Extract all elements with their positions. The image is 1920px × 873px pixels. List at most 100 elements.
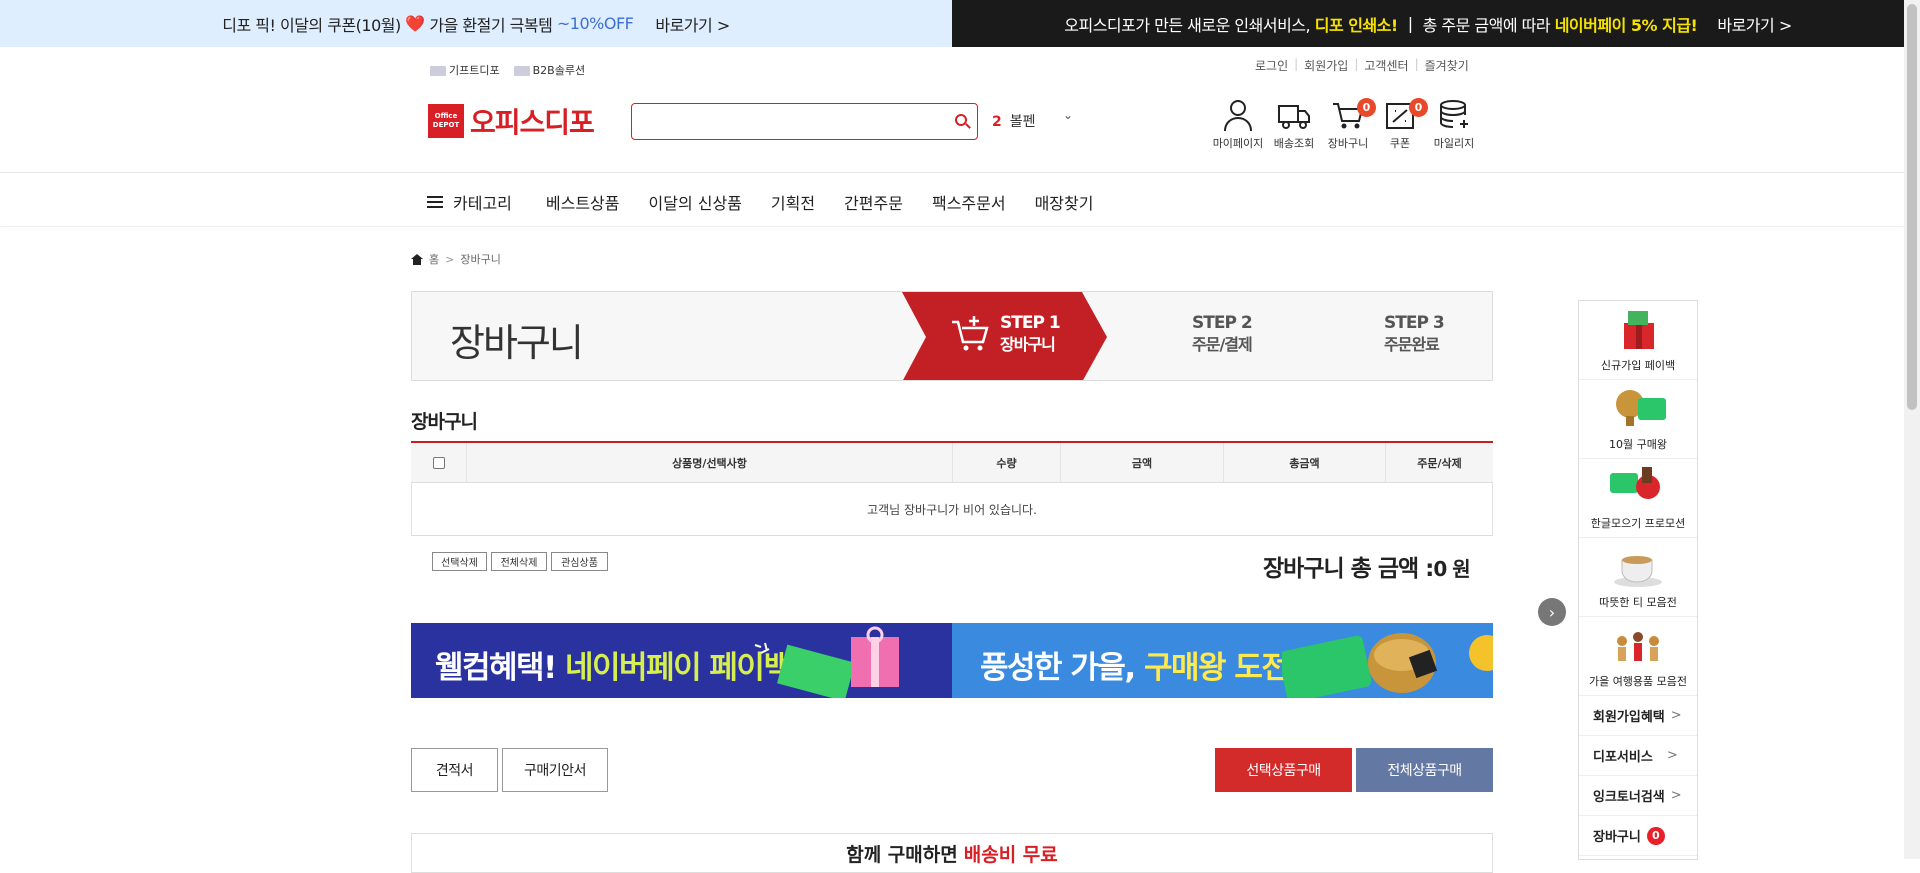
step-2-label: 주문/결제 <box>1192 335 1253 354</box>
quick-promo-2[interactable]: 10월 구매왕 <box>1579 380 1697 459</box>
quick-link-ink-toner[interactable]: 잉크토너검색 > <box>1579 776 1697 816</box>
together-text: 함께 구매하면 <box>846 844 958 866</box>
b2b-icon <box>513 66 530 76</box>
coupon-label: 쿠폰 <box>1389 137 1411 150</box>
mileage-button[interactable]: 마일리지 <box>1426 98 1482 151</box>
buy-selected-button[interactable]: 선택상품구매 <box>1215 748 1352 792</box>
banner2-white: 풍성한 가을, <box>980 650 1136 686</box>
step-2-num: STEP 2 <box>1192 313 1253 333</box>
popular-keyword[interactable]: 2 볼펜 <box>992 111 1036 131</box>
print-service-banner[interactable]: 오피스디포가 만든 새로운 인쇄서비스, 디포 인쇄소! | 총 주문 금액에 … <box>952 0 1904 47</box>
b2b-link[interactable]: B2B솔루션 <box>513 62 586 78</box>
estimate-button[interactable]: 견적서 <box>411 748 498 792</box>
naverpay-payback-banner[interactable]: 웰컴혜택! 네이버페이 페이백 <box>411 623 952 698</box>
people-cheering-icon <box>1617 632 1659 661</box>
b2b-label: B2B솔루션 <box>532 64 586 77</box>
gift-box-illustration <box>754 626 899 698</box>
signup-link[interactable]: 회원가입 <box>1304 57 1348 74</box>
nav-quick-order[interactable]: 간편주문 <box>844 190 903 214</box>
delete-all-button[interactable]: 전체삭제 <box>491 552 547 571</box>
top-promo-banner: 디포 픽! 이달의 쿠폰(10월) ❤️ 가을 환절기 극복템 ~10%OFF … <box>0 0 1920 47</box>
col-order-delete: 주문/삭제 <box>1385 443 1493 482</box>
search-icon[interactable] <box>955 114 967 126</box>
category-label: 카테고리 <box>453 194 512 213</box>
gift-depot-icon <box>430 66 446 76</box>
quick-promo-4-label: 따뜻한 티 모음전 <box>1599 596 1677 609</box>
breadcrumb: 홈 > 장바구니 <box>411 251 501 267</box>
cart-table: 상품명/선택사항 수량 금액 총금액 주문/삭제 고객님 장바구니가 비어 있습… <box>411 441 1493 536</box>
nav-best[interactable]: 베스트상품 <box>546 190 620 214</box>
search-box[interactable] <box>631 103 978 140</box>
quick-promo-5-label: 가을 여행용품 모음전 <box>1588 675 1688 688</box>
promo-cards-icon <box>1610 467 1660 499</box>
delete-selected-button[interactable]: 선택삭제 <box>432 552 487 571</box>
coins-icon <box>1440 100 1468 128</box>
select-all-cell <box>411 443 466 482</box>
keyword-rank: 2 <box>992 114 1002 130</box>
home-icon[interactable] <box>411 253 423 265</box>
chevron-right-icon: > <box>1670 788 1682 803</box>
quick-promo-3[interactable]: 한글모으기 프로모션 <box>1579 459 1697 538</box>
quick-promo-2-label: 10월 구매왕 <box>1609 438 1667 451</box>
coupon-button[interactable]: 쿠폰 0 <box>1374 98 1428 151</box>
purchase-request-button[interactable]: 구매기안서 <box>502 748 608 792</box>
autumn-buyer-king-banner[interactable]: 풍성한 가을, 구매왕 도전! <box>952 623 1493 698</box>
quick-cart-badge: 0 <box>1646 826 1665 845</box>
promo-coupon-text: 디포 픽! 이달의 쿠폰(10월) <box>222 15 401 35</box>
mypage-button[interactable]: 마이페이지 <box>1210 98 1266 151</box>
gift-depot-label: 기프트디포 <box>449 64 500 77</box>
breadcrumb-home[interactable]: 홈 <box>429 251 439 267</box>
nav-fax-order[interactable]: 팩스주문서 <box>932 190 1006 214</box>
gift-depot-link[interactable]: 기프트디포 <box>430 62 500 78</box>
category-menu-button[interactable]: 카테고리 <box>427 190 512 214</box>
logo-text: 오피스디포 <box>470 106 595 139</box>
login-link[interactable]: 로그인 <box>1255 57 1288 74</box>
print-banner-go-link[interactable]: 바로가기 > <box>1717 12 1792 36</box>
gift-box-icon <box>1624 311 1654 349</box>
print-banner-sep: | <box>1407 14 1413 33</box>
quick-link-signup-benefit[interactable]: 회원가입혜택 > <box>1579 696 1697 736</box>
promo-coupon-banner[interactable]: 디포 픽! 이달의 쿠폰(10월) ❤️ 가을 환절기 극복템 ~10%OFF … <box>0 0 952 47</box>
bookmark-link[interactable]: 즐겨찾기 <box>1425 57 1469 74</box>
promo-coupon-go-link[interactable]: 바로가기 > <box>655 12 730 36</box>
delivery-label: 배송조회 <box>1273 137 1315 150</box>
col-qty: 수량 <box>952 443 1060 482</box>
chevron-right-icon: > <box>1670 708 1682 723</box>
print-banner-text2: 총 주문 금액에 따라 <box>1422 15 1551 35</box>
col-product: 상품명/선택사항 <box>466 443 952 482</box>
cart-button[interactable]: 장바구니 0 <box>1322 98 1376 151</box>
breadcrumb-sep: > <box>445 252 455 266</box>
chevron-right-icon: > <box>1666 748 1678 763</box>
wishlist-button[interactable]: 관심상품 <box>551 552 608 571</box>
quick-promo-1[interactable]: 신규가입 페이백 <box>1579 301 1697 380</box>
quick-promo-5[interactable]: 가을 여행용품 모음전 <box>1579 617 1697 696</box>
customer-center-link[interactable]: 고객센터 <box>1364 57 1408 74</box>
step-3-num: STEP 3 <box>1384 313 1445 333</box>
delivery-button[interactable]: 배송조회 <box>1266 98 1322 151</box>
site-logo[interactable]: Office DEPOT 오피스디포 <box>428 101 595 141</box>
nav-new[interactable]: 이달의 신상품 <box>649 190 742 214</box>
header-divider <box>0 172 1904 173</box>
mileage-label: 마일리지 <box>1433 137 1475 150</box>
quick-link-depot-service[interactable]: 디포서비스 > <box>1579 736 1697 776</box>
cart-empty-message: 고객님 장바구니가 비어 있습니다. <box>411 483 1493 536</box>
scrollbar-thumb[interactable] <box>1907 4 1917 410</box>
nav-event[interactable]: 기획전 <box>771 190 815 214</box>
hamburger-icon <box>427 196 443 208</box>
quick-promo-4[interactable]: 따뜻한 티 모음전 <box>1579 538 1697 617</box>
page-scrollbar[interactable] <box>1904 0 1920 859</box>
page-title: 장바구니 <box>450 321 584 365</box>
banner1-white: 웰컴혜택! <box>435 650 557 686</box>
chevron-down-icon[interactable]: ⌄ <box>1063 108 1073 122</box>
nav-divider <box>0 226 1904 227</box>
search-input[interactable] <box>640 104 940 137</box>
buy-all-button[interactable]: 전체상품구매 <box>1356 748 1493 792</box>
quick-menu: 신규가입 페이백 10월 구매왕 한글모으기 프로모션 따뜻한 티 모음전 가을… <box>1578 300 1698 860</box>
quick-link-cart[interactable]: 장바구니 0 <box>1579 816 1697 856</box>
together-red: 배송비 무료 <box>963 844 1058 866</box>
quick-promo-1-label: 신규가입 페이백 <box>1600 359 1676 372</box>
select-all-checkbox[interactable] <box>432 456 445 469</box>
quick-menu-next-button[interactable]: › <box>1538 598 1566 626</box>
nav-store[interactable]: 매장찾기 <box>1035 190 1094 214</box>
person-icon <box>1224 100 1252 132</box>
